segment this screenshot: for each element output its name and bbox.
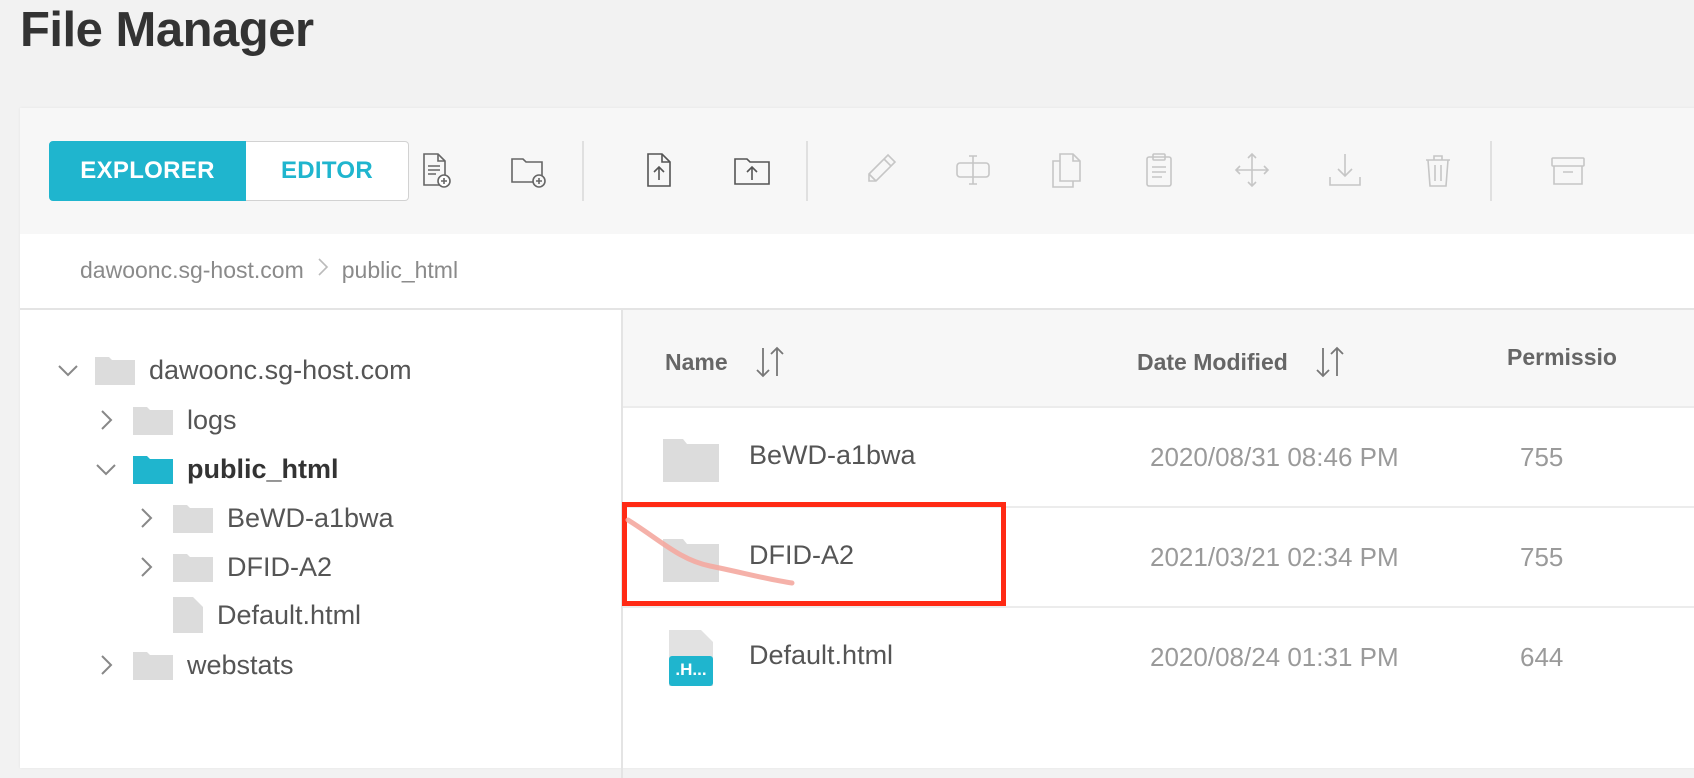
new-file-icon[interactable]: [415, 150, 455, 190]
file-row[interactable]: .H... Default.html 2020/08/24 01:31 PM 6…: [623, 608, 1694, 708]
file-name: BeWD-a1bwa: [749, 440, 916, 470]
file-list: Name Date Modified Permissio BeWD-a1bwa …: [623, 308, 1694, 778]
edit-icon[interactable]: [860, 150, 900, 190]
file-name: Default.html: [749, 640, 894, 670]
column-header-name[interactable]: Name: [665, 344, 788, 380]
chevron-right-icon[interactable]: [133, 505, 159, 531]
chevron-right-icon: [316, 256, 330, 284]
breadcrumb-current[interactable]: public_html: [342, 257, 458, 284]
column-date-label: Date Modified: [1137, 348, 1288, 375]
chevron-right-icon[interactable]: [93, 407, 119, 433]
upload-folder-icon[interactable]: [732, 150, 772, 190]
folder-icon: [173, 552, 213, 582]
column-header-date[interactable]: Date Modified: [1137, 344, 1348, 380]
file-row[interactable]: DFID-A2 2021/03/21 02:34 PM 755: [623, 508, 1694, 608]
move-icon[interactable]: [1232, 150, 1272, 190]
explorer-button[interactable]: EXPLORER: [49, 141, 246, 201]
file-type-badge: .H...: [675, 660, 707, 679]
toolbar-separator: [806, 141, 808, 201]
rename-icon[interactable]: [953, 150, 993, 190]
folder-icon: [95, 355, 135, 385]
file-date: 2020/08/31 08:46 PM: [1150, 442, 1399, 472]
editor-button[interactable]: EDITOR: [246, 141, 409, 201]
chevron-right-icon[interactable]: [133, 554, 159, 580]
tree-item-label: webstats: [187, 649, 294, 680]
column-perm-label: Permissio: [1507, 344, 1617, 370]
folder-icon: [133, 650, 173, 680]
file-date: 2020/08/24 01:31 PM: [1150, 642, 1399, 672]
folder-icon: [663, 439, 719, 482]
tree-item-label: logs: [187, 404, 237, 435]
file-name: DFID-A2: [749, 540, 855, 570]
file-icon: [173, 597, 203, 633]
tree-item-public-html[interactable]: public_html: [93, 449, 339, 489]
new-folder-icon[interactable]: [508, 150, 548, 190]
file-date: 2021/03/21 02:34 PM: [1150, 542, 1399, 572]
toolbar: EXPLORER EDITOR: [20, 108, 1694, 234]
tree-item-label: Default.html: [217, 599, 362, 630]
download-icon[interactable]: [1325, 150, 1365, 190]
toolbar-separator: [582, 141, 584, 201]
folder-icon: [133, 405, 173, 435]
chevron-down-icon[interactable]: [55, 357, 81, 383]
file-manager-panel: EXPLORER EDITOR dawoonc.sg-host.com publ…: [20, 108, 1694, 778]
column-header-permissions[interactable]: Permissio: [1507, 344, 1617, 371]
tree-item-webstats[interactable]: webstats: [93, 645, 294, 685]
tree-item-root[interactable]: dawoonc.sg-host.com: [55, 350, 412, 390]
archive-icon[interactable]: [1548, 150, 1588, 190]
upload-file-icon[interactable]: [639, 150, 679, 190]
folder-icon: [663, 539, 719, 582]
sort-icon[interactable]: [752, 344, 788, 380]
file-permissions: 755: [1520, 542, 1564, 572]
folder-tree: dawoonc.sg-host.com logs public_html BeW…: [20, 308, 623, 778]
html-file-icon: .H...: [669, 630, 713, 686]
folder-open-icon: [133, 454, 173, 484]
tree-item-label: DFID-A2: [227, 551, 333, 582]
copy-icon[interactable]: [1046, 150, 1086, 190]
chevron-right-icon[interactable]: [93, 652, 119, 678]
file-row[interactable]: BeWD-a1bwa 2020/08/31 08:46 PM 755: [623, 408, 1694, 508]
file-permissions: 755: [1520, 442, 1564, 472]
folder-icon: [173, 503, 213, 533]
breadcrumb-root[interactable]: dawoonc.sg-host.com: [80, 257, 304, 284]
tree-item-label: public_html: [187, 453, 339, 484]
tree-item-label: dawoonc.sg-host.com: [149, 354, 412, 385]
sort-icon[interactable]: [1312, 344, 1348, 380]
tree-item-logs[interactable]: logs: [93, 400, 237, 440]
mode-toggle: EXPLORER EDITOR: [49, 141, 409, 201]
chevron-down-icon[interactable]: [93, 456, 119, 482]
file-list-header: Name Date Modified Permissio: [623, 310, 1694, 408]
tree-item-bewd[interactable]: BeWD-a1bwa: [133, 498, 394, 538]
column-name-label: Name: [665, 348, 728, 375]
file-permissions: 644: [1520, 642, 1564, 672]
tree-item-label: BeWD-a1bwa: [227, 502, 394, 533]
tree-item-default-html[interactable]: Default.html: [159, 595, 361, 635]
page-title: File Manager: [20, 3, 314, 57]
trash-icon[interactable]: [1418, 150, 1458, 190]
paste-icon[interactable]: [1139, 150, 1179, 190]
tree-item-dfid[interactable]: DFID-A2: [133, 547, 332, 587]
toolbar-separator: [1490, 141, 1492, 201]
breadcrumb: dawoonc.sg-host.com public_html: [80, 256, 458, 284]
